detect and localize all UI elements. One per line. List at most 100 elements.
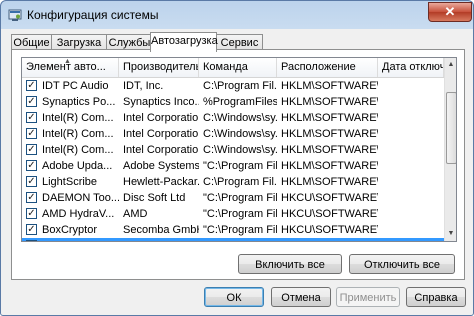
table-row[interactable]: ✓ IDT PC Audio IDT, Inc. C:\Program Fil... H… <box>22 78 444 94</box>
cell-location: HKLM\SOFTWARE\M... <box>281 144 378 156</box>
system-configuration-icon <box>8 9 22 21</box>
cell-date <box>382 206 444 222</box>
cell-name: Adobe Upda... <box>42 160 113 172</box>
table-row[interactable]: ✓ LightScribe Hewlett-Packar... C:\Program … <box>22 174 444 190</box>
ok-button[interactable]: ОК <box>204 287 264 307</box>
cell-maker: IDT, Inc. <box>123 80 164 92</box>
disable-all-button[interactable]: Отключить все <box>349 254 455 274</box>
cancel-button[interactable]: Отмена <box>271 287 331 307</box>
cell-command: C:\Windows\sy... <box>203 128 277 140</box>
column-header-date-disabled[interactable]: Дата отключ... <box>378 58 444 77</box>
startup-item-checkbox[interactable]: ✓ <box>26 208 37 219</box>
cell-name: Intel(R) Com... <box>42 144 114 156</box>
cell-date <box>382 142 444 158</box>
sort-ascending-icon: ▲ <box>64 58 71 65</box>
startup-panel: Элемент авто... ▲ Производитель Команда … <box>11 49 465 280</box>
startup-item-checkbox[interactable]: ✓ <box>26 224 37 235</box>
cell-location: HKCU\SOFTWARE\... <box>281 208 378 220</box>
scroll-down-icon[interactable]: ▼ <box>445 227 456 241</box>
cell-name: BoxCryptor <box>42 224 98 236</box>
close-icon: ✕ <box>444 4 456 19</box>
cell-location: HKLM\SOFTWARE\M... <box>281 96 378 108</box>
cell-name: Intel(R) Com... <box>42 128 114 140</box>
title-bar[interactable]: Конфигурация системы ✕ <box>1 1 473 29</box>
startup-item-checkbox[interactable]: ✓ <box>26 144 37 155</box>
cell-location: HKCU\SOFTWARE\... <box>281 224 378 236</box>
cell-location: HKLM\SOFTWARE\M... <box>281 176 378 188</box>
cell-name: LightScribe <box>42 176 98 188</box>
cell-maker: Intel Corporation <box>123 144 199 156</box>
cell-date <box>382 238 444 241</box>
scroll-up-icon[interactable]: ▲ <box>445 58 456 72</box>
table-row[interactable]: ✓ BoxCryptor Secomba GmbH "C:\Program Fil..… <box>22 222 444 238</box>
cell-date <box>382 110 444 126</box>
cell-date <box>382 222 444 238</box>
table-row[interactable]: ✓ DAEMON Too... Disc Soft Ltd "C:\Program F… <box>22 190 444 206</box>
close-button[interactable]: ✕ <box>428 2 472 22</box>
table-row[interactable]: ✓ AMD HydraV... AMD "C:\Program Fil... HKCU\… <box>22 206 444 222</box>
cell-command: "C:\Program Fil... <box>203 238 277 241</box>
table-row[interactable]: ✓ Intel(R) Com... Intel Corporation C:\Wind… <box>22 142 444 158</box>
tab-startup[interactable]: Автозагрузка <box>150 32 218 52</box>
column-header-manufacturer[interactable]: Производитель <box>119 58 199 77</box>
cell-maker: Intel Corporation <box>123 112 199 124</box>
cell-location: HKLM\SOFTWARE\M... <box>281 80 378 92</box>
table-row[interactable]: ✓ Intel(R) Com... Intel Corporation C:\Wind… <box>22 126 444 142</box>
cell-name: Synaptics Po... <box>42 96 116 108</box>
enable-all-button[interactable]: Включить все <box>238 254 342 274</box>
cell-location: HKLM\SOFTWARE\M... <box>281 112 378 124</box>
cell-command: "C:\Program Fil... <box>203 224 277 236</box>
column-header-item[interactable]: Элемент авто... ▲ <box>22 58 119 77</box>
cell-maker: Intel Corporation <box>123 128 199 140</box>
window-title: Конфигурация системы <box>27 8 159 22</box>
cell-location: HKLM\SOFTWARE\M... <box>281 160 378 172</box>
cell-location: HKLM\SOFTWARE\M... <box>281 128 378 140</box>
cell-location: HKCU\SOFTWARE\... <box>281 192 378 204</box>
startup-item-checkbox[interactable]: ✓ <box>26 160 37 171</box>
cell-maker: Disc Soft Ltd <box>123 192 186 204</box>
cell-name: DAEMON Too... <box>42 192 119 204</box>
table-row[interactable]: ✓ Synaptics Po... Synaptics Inco... %Progra… <box>22 94 444 110</box>
startup-item-checkbox[interactable]: ✓ <box>26 176 37 187</box>
cell-command: C:\Program Fil... <box>203 80 277 92</box>
startup-item-checkbox[interactable]: ✓ <box>26 96 37 107</box>
vertical-scrollbar[interactable]: ▲ ▼ <box>444 58 456 241</box>
table-row[interactable]: ✓ Adobe Upda... Adobe Systems... "C:\Progra… <box>22 158 444 174</box>
column-header-command[interactable]: Команда <box>199 58 277 77</box>
startup-item-checkbox[interactable]: ✓ <box>26 192 37 203</box>
cell-maker: Synaptics Inco... <box>123 96 199 108</box>
list-header: Элемент авто... ▲ Производитель Команда … <box>22 58 456 78</box>
cell-command: "C:\Program Fil... <box>203 208 277 220</box>
cell-location: HKCU\SOFTWARE\... <box>281 238 378 241</box>
table-row[interactable]: ✓ Google Drive Google "C:\Program Fil... HKC… <box>22 238 444 241</box>
cell-command: C:\Windows\sy... <box>203 112 277 124</box>
cell-command: C:\Windows\sy... <box>203 144 277 156</box>
cell-date <box>382 78 444 94</box>
cell-date <box>382 174 444 190</box>
scroll-thumb[interactable] <box>446 92 456 164</box>
cell-command: %ProgramFiles... <box>203 96 277 108</box>
column-header-location[interactable]: Расположение <box>277 58 378 77</box>
startup-item-checkbox[interactable]: ✓ <box>26 112 37 123</box>
cell-date <box>382 126 444 142</box>
cell-date <box>382 158 444 174</box>
cell-name: IDT PC Audio <box>42 80 109 92</box>
cell-date <box>382 94 444 110</box>
help-button[interactable]: Справка <box>406 287 466 307</box>
startup-item-checkbox[interactable]: ✓ <box>26 128 37 139</box>
cell-command: "C:\Program Fil... <box>203 160 277 172</box>
apply-button[interactable]: Применить <box>336 287 400 307</box>
cell-maker: Hewlett-Packar... <box>123 176 199 188</box>
cell-command: "C:\Program Fil... <box>203 192 277 204</box>
cell-name: AMD HydraV... <box>42 208 115 220</box>
startup-list: Элемент авто... ▲ Производитель Команда … <box>21 57 457 242</box>
cell-date <box>382 190 444 206</box>
cell-maker: AMD <box>123 208 148 220</box>
cell-maker: Adobe Systems... <box>123 160 199 172</box>
cell-name: Intel(R) Com... <box>42 112 114 124</box>
startup-item-checkbox[interactable]: ✓ <box>26 80 37 91</box>
table-row[interactable]: ✓ Intel(R) Com... Intel Corporation C:\Wind… <box>22 110 444 126</box>
system-configuration-window: Конфигурация системы ✕ Общие Загрузка Сл… <box>0 0 474 316</box>
startup-item-checkbox[interactable]: ✓ <box>26 240 37 241</box>
cell-maker: Secomba GmbH <box>123 224 199 236</box>
